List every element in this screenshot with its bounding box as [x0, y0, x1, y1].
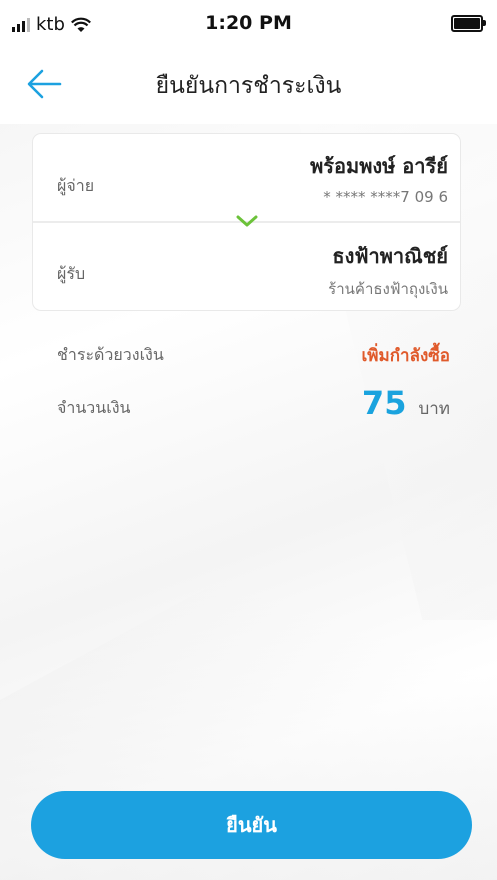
amount-unit: บาท — [418, 399, 450, 419]
payee-name: ธงฟ้าพาณิชย์ — [332, 244, 448, 268]
nav-bar: ยืนยันการชำระเงิน — [0, 44, 497, 124]
battery-icon — [451, 15, 486, 32]
status-time: 1:20 PM — [205, 12, 292, 34]
chevron-down-icon — [236, 215, 257, 227]
transfer-card: ผู้จ่าย พร้อมพงษ์ อารีย์ * **** ****7 09… — [33, 134, 460, 310]
payer-name: พร้อมพงษ์ อารีย์ — [310, 154, 448, 178]
confirm-button[interactable]: ยืนยัน — [31, 791, 472, 859]
add-credit-link[interactable]: เพิ่มกำลังซื้อ — [361, 342, 450, 369]
payee-label: ผู้รับ — [57, 264, 86, 283]
payer-label: ผู้จ่าย — [57, 176, 95, 195]
payer-account: * **** ****7 09 6 — [323, 188, 448, 206]
status-bar: ktb 1:20 PM — [0, 0, 497, 44]
amount-label: จำนวนเงิน — [57, 398, 131, 417]
amount-value: 75 — [361, 384, 407, 422]
amount-display: 75 บาท — [362, 384, 450, 422]
page-title: ยืนยันการชำระเงิน — [155, 73, 342, 99]
pay-with-label: ชำระด้วยวงเงิน — [57, 345, 164, 364]
payee-store: ร้านค้าธงฟ้าถุงเงิน — [328, 280, 448, 298]
